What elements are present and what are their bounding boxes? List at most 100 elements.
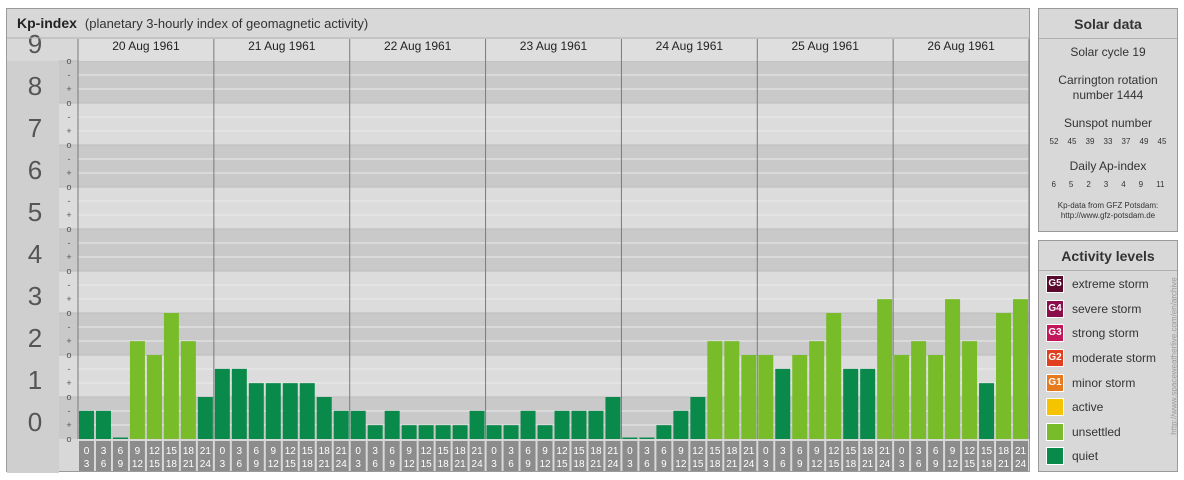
kp-subdivision-label: + — [66, 378, 71, 388]
y-tick-label: 5 — [28, 197, 42, 227]
interval-end-label: 24 — [336, 459, 348, 470]
kp-subdivision-label: o — [66, 182, 71, 192]
level-label: minor storm — [1072, 375, 1136, 390]
kp-bar-chart: 0123456789o+-o+-o+-o+-o+-o+-o+-o+-o+-o20… — [7, 29, 1030, 473]
kp-bar — [571, 410, 587, 439]
kp-bar — [197, 397, 213, 439]
ap-value: 4 — [1121, 180, 1126, 189]
interval-start-label: 21 — [607, 446, 619, 457]
interval-start-label: 3 — [372, 446, 378, 457]
kp-bar — [792, 355, 808, 439]
kp-bar — [996, 313, 1012, 439]
sunspot-label: Sunspot number — [1063, 116, 1153, 130]
interval-end-label: 3 — [355, 459, 361, 470]
interval-start-label: 6 — [661, 446, 667, 457]
interval-start-label: 21 — [336, 446, 348, 457]
activity-levels-heading: Activity levels — [1039, 241, 1177, 271]
sunspot-value: 45 — [1157, 137, 1167, 146]
kp-bar — [95, 410, 111, 439]
interval-start-label: 9 — [950, 446, 956, 457]
kp-bar — [894, 355, 910, 439]
kp-subdivision-label: - — [68, 238, 71, 248]
level-severe-storm: G4 severe storm — [1039, 297, 1177, 322]
sunspot-value: 52 — [1049, 137, 1059, 146]
chart-subtitle: (planetary 3-hourly index of geomagnetic… — [84, 16, 369, 31]
kp-bar — [79, 410, 94, 439]
interval-end-label: 3 — [627, 459, 633, 470]
ap-value: 11 — [1156, 180, 1165, 189]
kp-bar — [316, 397, 332, 439]
kp-level-band — [7, 103, 1029, 145]
kp-bar — [214, 368, 230, 439]
interval-start-label: 15 — [302, 446, 314, 457]
chart-title-bar: Kp-index (planetary 3-hourly index of geo… — [7, 9, 1029, 37]
y-tick-label: 3 — [28, 281, 42, 311]
level-badge: G3 — [1046, 324, 1064, 343]
kp-bar — [282, 383, 298, 439]
level-moderate-storm: G2 moderate storm — [1039, 346, 1177, 371]
interval-start-label: 12 — [828, 446, 840, 457]
ap-value: 2 — [1086, 180, 1091, 189]
interval-start-label: 0 — [899, 446, 905, 457]
interval-end-label: 6 — [916, 459, 922, 470]
interval-start-label: 18 — [726, 446, 738, 457]
solar-data-heading: Solar data — [1039, 9, 1177, 39]
source-watermark: http://www.spaceweatherlive.com/en/archi… — [1168, 240, 1180, 472]
interval-start-label: 0 — [491, 446, 497, 457]
interval-start-label: 12 — [421, 446, 433, 457]
kp-subdivision-label: - — [68, 154, 71, 164]
level-unsettled: unsettled — [1039, 420, 1177, 445]
interval-end-label: 21 — [319, 459, 331, 470]
data-source-link[interactable]: http://www.gfz-potsdam.de — [1039, 211, 1177, 221]
activity-level-list: G5 extreme storm G4 severe storm G3 strong … — [1039, 271, 1177, 469]
interval-start-label: 9 — [135, 446, 141, 457]
kp-bar — [1013, 299, 1028, 439]
kp-level-band — [7, 187, 1029, 229]
interval-end-label: 18 — [981, 459, 993, 470]
kp-bar — [962, 341, 978, 439]
interval-start-label: 6 — [525, 446, 531, 457]
kp-subdivision-label: o — [66, 56, 71, 66]
level-badge: G4 — [1046, 299, 1064, 318]
kp-subdivision-label: + — [66, 336, 71, 346]
chart-title: Kp-index — [17, 15, 77, 31]
ap-value: 9 — [1138, 180, 1144, 189]
interval-start-label: 21 — [472, 446, 484, 457]
y-tick-label: 6 — [28, 155, 42, 185]
kp-bar — [503, 425, 519, 439]
interval-end-label: 9 — [797, 459, 803, 470]
kp-bar — [129, 341, 145, 439]
interval-end-label: 15 — [964, 459, 976, 470]
kp-subdivision-label: - — [68, 196, 71, 206]
kp-subdivision-label: - — [68, 364, 71, 374]
y-tick-label: 2 — [28, 323, 42, 353]
level-strong-storm: G3 strong storm — [1039, 321, 1177, 346]
interval-end-label: 12 — [675, 459, 687, 470]
interval-start-label: 15 — [709, 446, 721, 457]
sunspot-value: 45 — [1067, 137, 1077, 146]
kp-bar — [775, 368, 791, 439]
y-tick-label: 1 — [28, 365, 42, 395]
interval-end-label: 18 — [166, 459, 178, 470]
kp-subdivision-label: o — [66, 434, 71, 444]
level-badge: G2 — [1046, 349, 1064, 368]
interval-start-label: 12 — [285, 446, 297, 457]
kp-bar — [350, 410, 366, 439]
interval-end-label: 6 — [644, 459, 650, 470]
interval-end-label: 12 — [404, 459, 416, 470]
kp-bar — [945, 299, 961, 439]
level-swatch — [1046, 447, 1064, 466]
interval-end-label: 15 — [285, 459, 297, 470]
activity-levels-panel: Activity levels G5 extreme storm G4 severe… — [1038, 240, 1178, 472]
kp-level-band — [7, 229, 1029, 271]
interval-end-label: 18 — [709, 459, 721, 470]
data-source-line1: Kp-data from GFZ Potsdam: — [1057, 201, 1159, 210]
interval-start-label: 18 — [455, 446, 467, 457]
interval-start-label: 0 — [355, 446, 361, 457]
kp-level-band — [7, 145, 1029, 187]
interval-start-label: 9 — [678, 446, 684, 457]
sunspot-value: 39 — [1085, 137, 1095, 146]
interval-start-label: 12 — [964, 446, 976, 457]
kp-bar — [520, 410, 536, 439]
interval-start-label: 6 — [933, 446, 939, 457]
